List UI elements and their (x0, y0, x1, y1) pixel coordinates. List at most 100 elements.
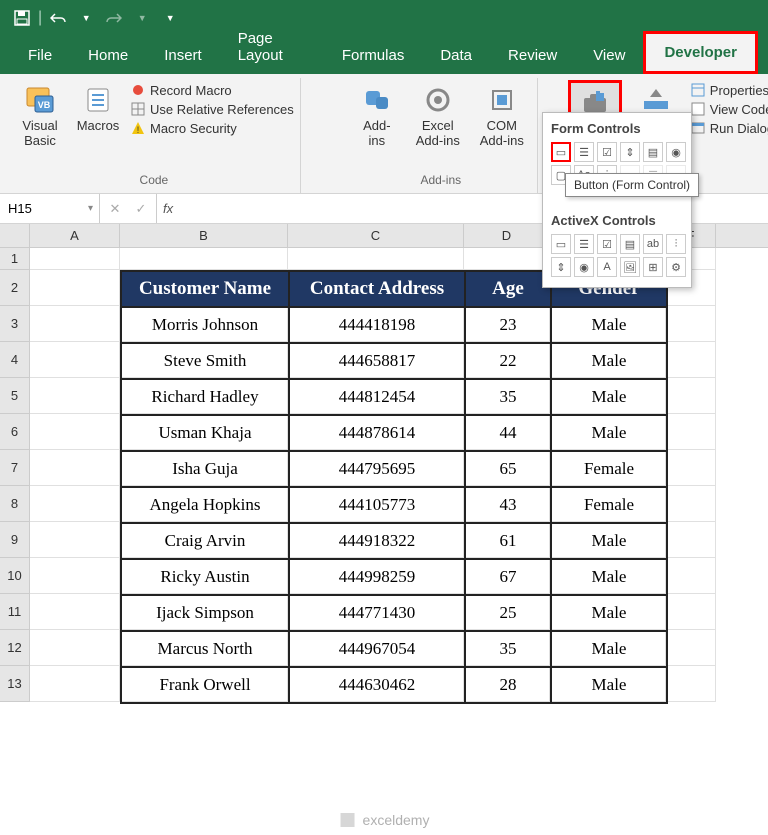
tab-page-layout[interactable]: Page Layout (220, 20, 324, 74)
cells-area[interactable]: Customer NameContact AddressAgeGenderMor… (30, 248, 768, 702)
table-cell[interactable]: Male (551, 559, 667, 595)
table-cell[interactable]: Morris Johnson (121, 307, 289, 343)
row-header-5[interactable]: 5 (0, 378, 30, 414)
col-header-c[interactable]: C (288, 224, 464, 247)
ax-combo[interactable]: ☰ (574, 234, 594, 254)
qat-customize[interactable]: ▼ (156, 4, 184, 32)
table-cell[interactable]: 65 (465, 451, 551, 487)
table-cell[interactable]: 444771430 (289, 595, 465, 631)
table-cell[interactable]: Male (551, 343, 667, 379)
run-dialog-button[interactable]: Run Dialog (690, 120, 768, 136)
macro-security-button[interactable]: !Macro Security (130, 120, 294, 136)
table-cell[interactable]: Marcus North (121, 631, 289, 667)
table-cell[interactable]: 444795695 (289, 451, 465, 487)
col-header-a[interactable]: A (30, 224, 120, 247)
table-cell[interactable]: Male (551, 379, 667, 415)
tab-review[interactable]: Review (490, 37, 575, 74)
row-header-4[interactable]: 4 (0, 342, 30, 378)
relative-refs-button[interactable]: Use Relative References (130, 101, 294, 117)
table-cell[interactable]: 444105773 (289, 487, 465, 523)
table-cell[interactable]: 444630462 (289, 667, 465, 703)
tab-formulas[interactable]: Formulas (324, 37, 423, 74)
button-form-control[interactable]: ▭ (551, 142, 571, 162)
table-cell[interactable]: Male (551, 523, 667, 559)
table-cell[interactable]: 444418198 (289, 307, 465, 343)
table-cell[interactable]: Ijack Simpson (121, 595, 289, 631)
table-cell[interactable]: Richard Hadley (121, 379, 289, 415)
row-header-8[interactable]: 8 (0, 486, 30, 522)
table-cell[interactable]: 25 (465, 595, 551, 631)
enter-formula-button[interactable]: ✓ (130, 201, 152, 217)
view-code-button[interactable]: View Code (690, 101, 768, 117)
ax-more[interactable]: ⚙ (666, 257, 686, 277)
listbox-form-control[interactable]: ▤ (643, 142, 663, 162)
table-cell[interactable]: Craig Arvin (121, 523, 289, 559)
tab-file[interactable]: File (10, 37, 70, 74)
ax-spin[interactable]: ⇕ (551, 257, 571, 277)
checkbox-form-control[interactable]: ☑ (597, 142, 617, 162)
ax-checkbox[interactable]: ☑ (597, 234, 617, 254)
table-cell[interactable]: 22 (465, 343, 551, 379)
redo-button[interactable] (100, 4, 128, 32)
table-cell[interactable]: 444998259 (289, 559, 465, 595)
fx-button[interactable]: fx (157, 194, 179, 223)
table-cell[interactable]: Frank Orwell (121, 667, 289, 703)
table-cell[interactable]: Male (551, 667, 667, 703)
cancel-formula-button[interactable]: ✕ (104, 201, 126, 217)
table-cell[interactable]: 44 (465, 415, 551, 451)
table-cell[interactable]: 444967054 (289, 631, 465, 667)
save-button[interactable] (8, 4, 36, 32)
spinner-form-control[interactable]: ⇕ (620, 142, 640, 162)
select-all-corner[interactable] (0, 224, 30, 247)
row-header-6[interactable]: 6 (0, 414, 30, 450)
ax-textbox[interactable]: ab (643, 234, 663, 254)
row-header-1[interactable]: 1 (0, 248, 30, 270)
table-cell[interactable]: 35 (465, 631, 551, 667)
table-cell[interactable]: Male (551, 415, 667, 451)
tab-developer[interactable]: Developer (643, 31, 758, 74)
addins-button[interactable]: Add-ins (351, 80, 403, 165)
table-cell[interactable]: Male (551, 307, 667, 343)
ax-scrollbar[interactable]: ⫶ (666, 234, 686, 254)
table-cell[interactable]: Male (551, 631, 667, 667)
ax-option[interactable]: ◉ (574, 257, 594, 277)
table-cell[interactable]: 23 (465, 307, 551, 343)
row-header-13[interactable]: 13 (0, 666, 30, 702)
name-box[interactable]: H15 (0, 194, 100, 223)
table-cell[interactable]: Ricky Austin (121, 559, 289, 595)
properties-button[interactable]: Properties (690, 82, 768, 98)
tab-insert[interactable]: Insert (146, 37, 220, 74)
table-cell[interactable]: 67 (465, 559, 551, 595)
col-header-d[interactable]: D (464, 224, 550, 247)
tab-view[interactable]: View (575, 37, 643, 74)
table-cell[interactable]: Steve Smith (121, 343, 289, 379)
undo-dropdown[interactable]: ▼ (72, 4, 100, 32)
ax-command-button[interactable]: ▭ (551, 234, 571, 254)
col-header-b[interactable]: B (120, 224, 288, 247)
row-header-2[interactable]: 2 (0, 270, 30, 306)
row-header-3[interactable]: 3 (0, 306, 30, 342)
option-form-control[interactable]: ◉ (666, 142, 686, 162)
table-cell[interactable]: 444812454 (289, 379, 465, 415)
table-cell[interactable]: 35 (465, 379, 551, 415)
tab-home[interactable]: Home (70, 37, 146, 74)
table-cell[interactable]: 28 (465, 667, 551, 703)
ax-image[interactable]: 🖼 (620, 257, 640, 277)
row-header-10[interactable]: 10 (0, 558, 30, 594)
table-cell[interactable]: Usman Khaja (121, 415, 289, 451)
ax-label[interactable]: A (597, 257, 617, 277)
table-cell[interactable]: 61 (465, 523, 551, 559)
row-header-11[interactable]: 11 (0, 594, 30, 630)
table-cell[interactable]: 444658817 (289, 343, 465, 379)
row-header-7[interactable]: 7 (0, 450, 30, 486)
ax-toggle[interactable]: ⊞ (643, 257, 663, 277)
row-header-9[interactable]: 9 (0, 522, 30, 558)
table-cell[interactable]: Female (551, 451, 667, 487)
table-cell[interactable]: 43 (465, 487, 551, 523)
record-macro-button[interactable]: Record Macro (130, 82, 294, 98)
table-cell[interactable]: 444918322 (289, 523, 465, 559)
table-cell[interactable]: Female (551, 487, 667, 523)
table-cell[interactable]: Angela Hopkins (121, 487, 289, 523)
redo-dropdown[interactable]: ▼ (128, 4, 156, 32)
combo-form-control[interactable]: ☰ (574, 142, 594, 162)
